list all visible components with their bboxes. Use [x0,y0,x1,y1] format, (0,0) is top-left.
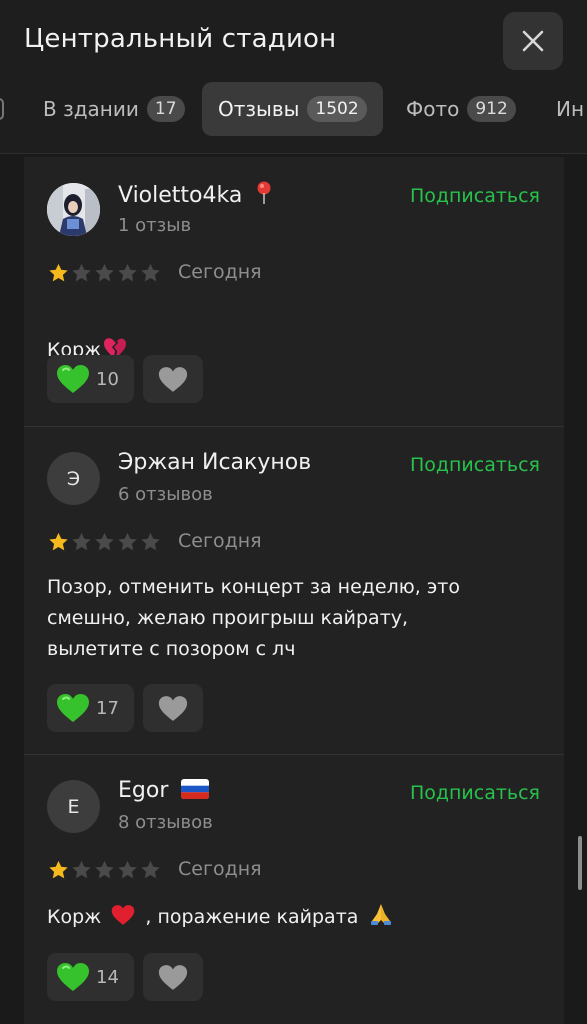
tab-bar: В здании 17 Отзывы 1502 Фото 912 Ин [0,82,587,154]
author-name[interactable]: Egor [118,778,210,803]
review-card: Violetto4ka 1 отзыв Подписаться Сегодня … [24,157,564,427]
avatar-photo [47,183,100,236]
like-button[interactable]: 17 [47,684,134,732]
pin-icon [257,181,271,204]
subscribe-button[interactable]: Подписаться [410,185,540,207]
tab-count-badge: 1502 [307,96,367,122]
place-title: Центральный стадион [24,24,337,54]
author-reviews-count: 6 отзывов [118,484,213,505]
tab-label: Фото [406,97,460,121]
star-empty-icon [72,263,91,282]
folded-hands-icon [371,904,392,925]
review-date: Сегодня [178,858,262,880]
green-heart-icon [57,365,89,393]
star-filled-icon [49,263,68,282]
star-empty-icon [118,263,137,282]
tab-count-badge: 912 [467,96,516,122]
heart-outline-icon [158,366,188,392]
tab-count-badge: 17 [146,96,185,122]
reaction-button[interactable] [143,684,203,732]
star-empty-icon [95,860,114,879]
review-card: Э Эржан Исакунов 6 отзывов Подписаться С… [24,427,564,755]
green-heart-icon [57,694,89,722]
reaction-button[interactable] [143,355,203,403]
tab-photos[interactable]: Фото 912 [406,82,516,136]
star-empty-icon [118,860,137,879]
tab-reviews[interactable]: Отзывы 1502 [202,82,383,136]
scrollbar[interactable] [578,836,582,890]
reviews-list[interactable]: Violetto4ka 1 отзыв Подписаться Сегодня … [24,157,564,1024]
tab-label: В здании [43,97,139,121]
review-text: Позор, отменить концерт за неделю, это с… [47,576,460,660]
rating-stars [47,262,162,284]
header: Центральный стадион [0,0,587,82]
avatar[interactable]: Э [47,452,100,505]
tab-label: Отзывы [218,97,300,121]
author-name[interactable]: Violetto4ka [118,181,273,208]
star-empty-icon [141,263,160,282]
like-button[interactable]: 14 [47,953,134,1001]
avatar[interactable]: E [47,780,100,833]
author-reviews-count: 1 отзыв [118,215,192,236]
tab-in-building[interactable]: В здании 17 [43,82,185,136]
review-card: E Egor 8 отзывов Подписаться Сегодня Кор… [24,755,564,1024]
subscribe-button[interactable]: Подписаться [410,454,540,476]
tab-label: Ин [556,97,585,121]
heart-outline-icon [158,964,188,990]
star-empty-icon [72,532,91,551]
tab-clipped-left[interactable] [0,82,4,136]
like-count: 14 [96,966,119,988]
star-empty-icon [72,860,91,879]
author-reviews-count: 8 отзывов [118,812,213,833]
like-count: 10 [96,368,119,390]
rating-stars [47,531,162,553]
tab-info-clipped[interactable]: Ин [556,82,584,136]
reaction-button[interactable] [143,953,203,1001]
close-icon [522,30,544,52]
avatar[interactable] [47,183,100,236]
green-heart-icon [57,963,89,991]
star-filled-icon [49,532,68,551]
review-date: Сегодня [178,261,262,283]
star-filled-icon [49,860,68,879]
red-heart-icon [112,905,135,925]
star-empty-icon [118,532,137,551]
author-name[interactable]: Эржан Исакунов [118,450,311,475]
star-empty-icon [95,263,114,282]
review-text: Корж , поражение кайрата [47,901,527,933]
star-empty-icon [141,532,160,551]
rating-stars [47,859,162,881]
russia-flag-icon [181,779,210,799]
review-date: Сегодня [178,530,262,552]
star-empty-icon [95,532,114,551]
place-card-screen: Центральный стадион В здании 17 Отзывы 1… [0,0,587,1024]
close-button[interactable] [503,12,563,70]
subscribe-button[interactable]: Подписаться [410,782,540,804]
like-count: 17 [96,697,119,719]
star-empty-icon [141,860,160,879]
heart-outline-icon [158,695,188,721]
like-button[interactable]: 10 [47,355,134,403]
